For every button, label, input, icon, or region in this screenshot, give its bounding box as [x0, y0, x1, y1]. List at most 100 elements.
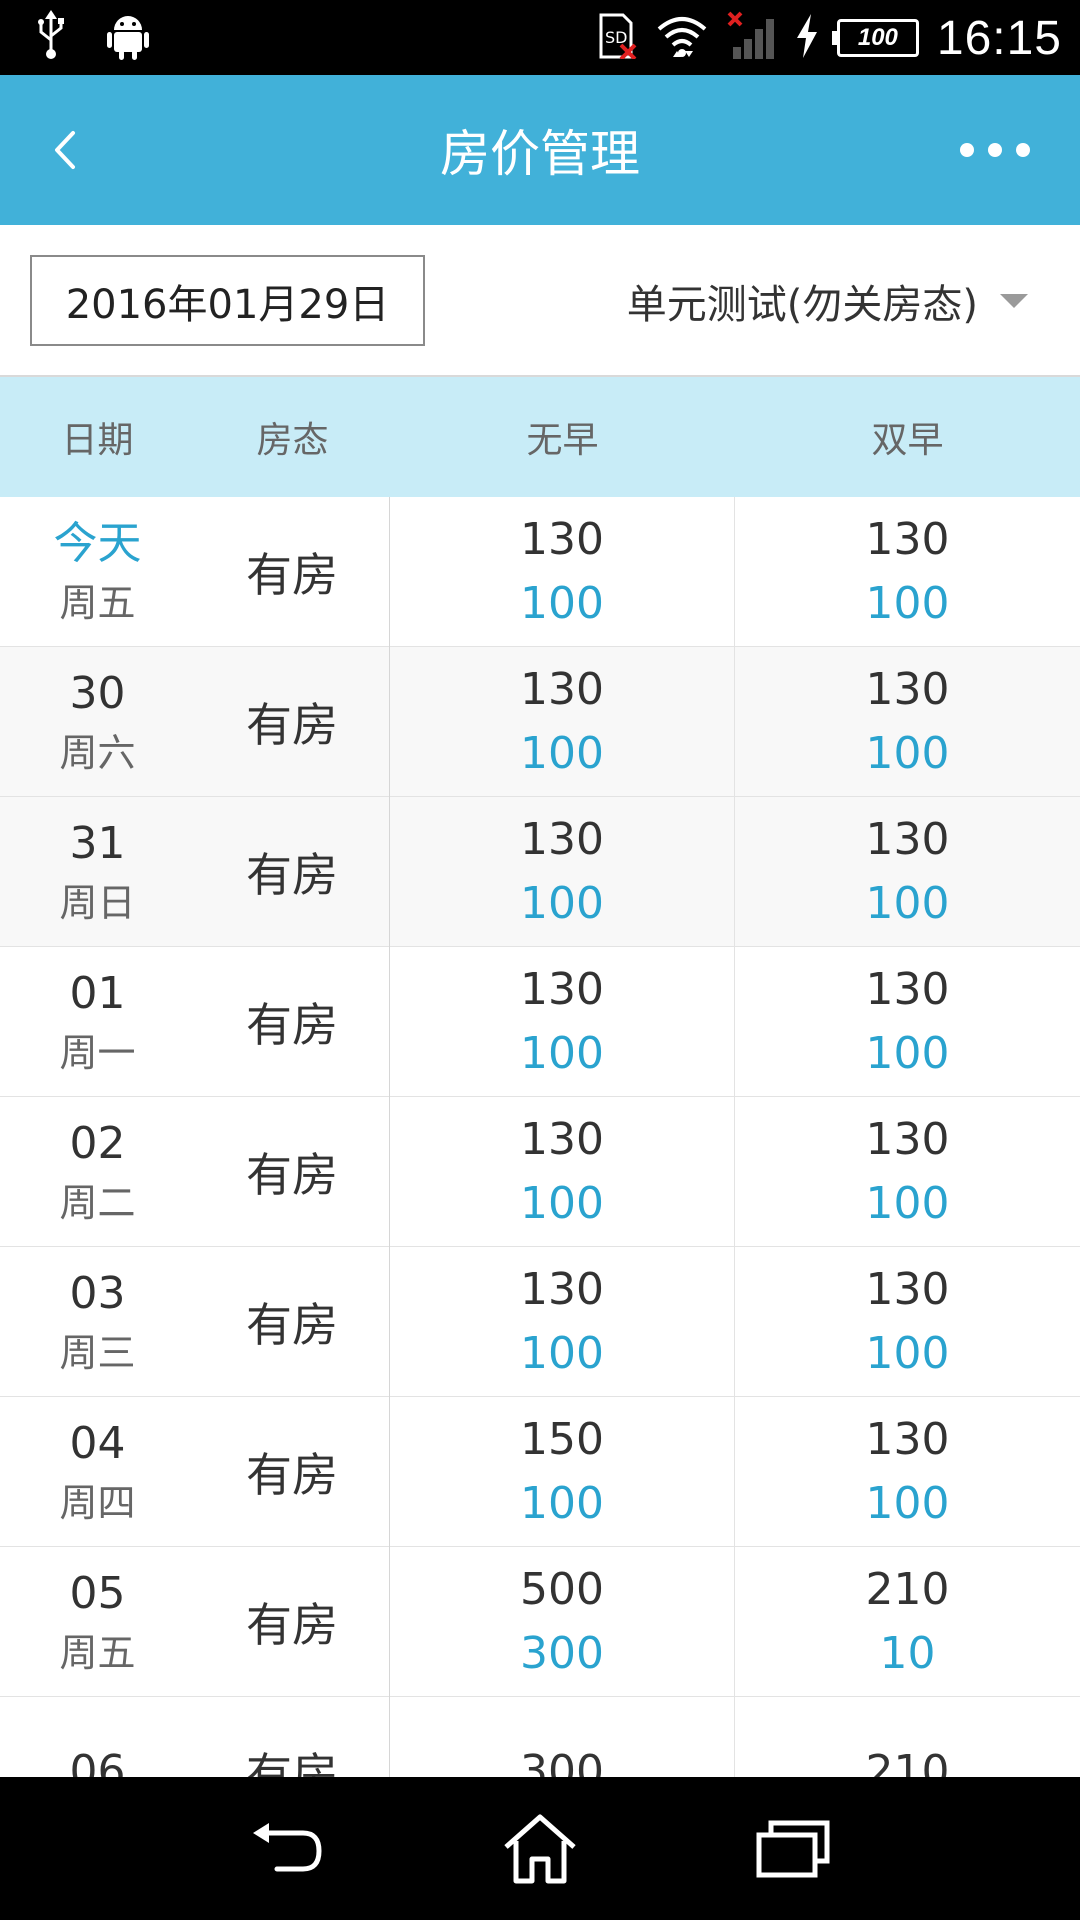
table-row[interactable]: 今天 周五 有房 130 100 130 100 — [0, 497, 1080, 647]
nav-recents-button[interactable] — [733, 1799, 853, 1899]
back-button[interactable] — [30, 115, 100, 185]
price-top: 130 — [520, 664, 604, 715]
room-type-dropdown[interactable]: 单元测试(勿关房态) — [627, 255, 1028, 346]
table-row[interactable]: 30 周六 有房 130 100 130 100 — [0, 647, 1080, 797]
weekday-label: 周一 — [59, 1031, 136, 1075]
double-breakfast-price-cell[interactable]: 130 100 — [735, 1247, 1080, 1397]
room-status-cell: 有房 — [195, 947, 390, 1097]
more-dots-icon — [960, 143, 974, 157]
price-bottom: 100 — [520, 1028, 604, 1079]
room-status-cell: 有房 — [195, 497, 390, 647]
system-nav-bar — [0, 1777, 1080, 1920]
room-status-cell: 有房 — [195, 1547, 390, 1697]
weekday-label: 周五 — [59, 1631, 136, 1675]
day-label: 30 — [69, 668, 126, 719]
double-breakfast-price-cell[interactable]: 130 100 — [735, 797, 1080, 947]
price-bottom: 100 — [520, 728, 604, 779]
price-top: 130 — [865, 1114, 950, 1165]
more-options-button[interactable] — [940, 120, 1050, 180]
day-label: 02 — [69, 1118, 126, 1169]
date-cell: 30 周六 — [0, 647, 195, 797]
home-nav-icon — [504, 1814, 576, 1883]
table-row[interactable]: 03 周三 有房 130 100 130 100 — [0, 1247, 1080, 1397]
room-type-label: 单元测试(勿关房态) — [626, 281, 978, 328]
room-status-cell: 有房 — [195, 1697, 390, 1777]
date-cell: 02 周二 — [0, 1097, 195, 1247]
price-top: 130 — [865, 1414, 950, 1465]
date-cell: 03 周三 — [0, 1247, 195, 1397]
no-breakfast-price-cell[interactable]: 130 100 — [390, 797, 735, 947]
price-bottom: 100 — [865, 878, 950, 929]
table-row[interactable]: 02 周二 有房 130 100 130 100 — [0, 1097, 1080, 1247]
date-cell: 05 周五 — [0, 1547, 195, 1697]
price-bottom: 100 — [865, 1478, 950, 1529]
double-breakfast-price-cell[interactable]: 130 100 — [735, 1397, 1080, 1547]
no-breakfast-price-cell[interactable]: 130 100 — [390, 1247, 735, 1397]
signal-icon — [727, 11, 777, 65]
table-row[interactable]: 31 周日 有房 130 100 130 100 — [0, 797, 1080, 947]
day-label: 01 — [69, 968, 126, 1019]
no-breakfast-price-cell[interactable]: 130 100 — [390, 647, 735, 797]
double-breakfast-price-cell[interactable]: 130 100 — [735, 497, 1080, 647]
price-bottom: 100 — [865, 578, 950, 629]
header-double-breakfast: 双早 — [871, 420, 944, 461]
double-breakfast-price-cell[interactable]: 210 — [735, 1697, 1080, 1777]
price-bottom: 100 — [865, 1178, 950, 1229]
price-top: 300 — [520, 1746, 604, 1777]
date-cell: 今天 周五 — [0, 497, 195, 647]
day-label: 03 — [69, 1268, 126, 1319]
price-top: 130 — [520, 814, 604, 865]
clock: 16:15 — [936, 11, 1062, 65]
header-status: 房态 — [256, 420, 329, 461]
table-row[interactable]: 05 周五 有房 500 300 210 10 — [0, 1547, 1080, 1697]
price-top: 130 — [865, 814, 950, 865]
double-breakfast-price-cell[interactable]: 130 100 — [735, 1097, 1080, 1247]
android-icon — [106, 10, 150, 64]
price-top: 150 — [520, 1414, 604, 1465]
price-top: 130 — [865, 664, 950, 715]
room-status-cell: 有房 — [195, 1397, 390, 1547]
double-breakfast-price-cell[interactable]: 210 10 — [735, 1547, 1080, 1697]
table-row[interactable]: 04 周四 有房 150 100 130 100 — [0, 1397, 1080, 1547]
no-breakfast-price-cell[interactable]: 130 100 — [390, 947, 735, 1097]
price-bottom: 100 — [520, 1328, 604, 1379]
header-date: 日期 — [61, 420, 134, 461]
day-label: 31 — [69, 818, 126, 869]
price-top: 130 — [520, 964, 604, 1015]
price-top: 210 — [865, 1746, 950, 1777]
price-bottom: 100 — [520, 578, 604, 629]
chevron-left-icon — [55, 131, 75, 169]
recents-nav-icon — [756, 1820, 830, 1877]
battery-icon: 100 — [831, 19, 919, 57]
nav-back-button[interactable] — [227, 1799, 347, 1899]
date-cell: 31 周日 — [0, 797, 195, 947]
page-title: 房价管理 — [440, 125, 640, 183]
no-breakfast-price-cell[interactable]: 150 100 — [390, 1397, 735, 1547]
weekday-label: 周二 — [59, 1181, 136, 1225]
double-breakfast-price-cell[interactable]: 130 100 — [735, 647, 1080, 797]
charging-icon — [795, 14, 819, 62]
day-label: 04 — [69, 1418, 126, 1469]
no-breakfast-price-cell[interactable]: 130 100 — [390, 497, 735, 647]
day-label: 06 — [69, 1746, 126, 1777]
no-breakfast-price-cell[interactable]: 130 100 — [390, 1097, 735, 1247]
status-bar: SD 100 16:15 — [0, 0, 1080, 75]
double-breakfast-price-cell[interactable]: 130 100 — [735, 947, 1080, 1097]
room-status-cell: 有房 — [195, 797, 390, 947]
no-breakfast-price-cell[interactable]: 300 — [390, 1697, 735, 1777]
weekday-label: 周日 — [59, 881, 136, 925]
table-row[interactable]: 01 周一 有房 130 100 130 100 — [0, 947, 1080, 1097]
room-status-cell: 有房 — [195, 1247, 390, 1397]
price-top: 130 — [520, 514, 604, 565]
price-bottom: 100 — [865, 1028, 950, 1079]
more-dots-icon — [1016, 143, 1030, 157]
table-row[interactable]: 06 有房 300 210 — [0, 1697, 1080, 1777]
price-top: 130 — [865, 964, 950, 1015]
no-breakfast-price-cell[interactable]: 500 300 — [390, 1547, 735, 1697]
status-left-icons — [36, 10, 150, 64]
svg-text:SD: SD — [605, 28, 627, 47]
price-top: 130 — [520, 1264, 604, 1315]
nav-home-button[interactable] — [480, 1799, 600, 1899]
sd-card-error-icon: SD — [597, 13, 637, 63]
date-picker[interactable]: 2016年01月29日 — [30, 255, 425, 346]
